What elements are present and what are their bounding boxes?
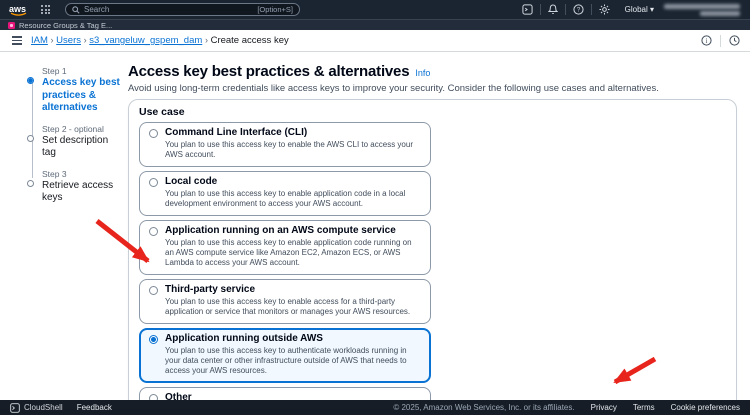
breadcrumb-separator: ›	[204, 35, 208, 45]
info-icon[interactable]: i	[701, 35, 712, 46]
svg-text:i: i	[706, 38, 708, 45]
notifications-bell-icon[interactable]	[541, 4, 565, 15]
cloudshell-footer-button[interactable]: CloudShell	[10, 402, 63, 413]
privacy-link[interactable]: Privacy	[591, 403, 617, 412]
feedback-button[interactable]: Feedback	[77, 403, 112, 412]
page-title: Access key best practices & alternatives	[128, 63, 410, 80]
help-icon[interactable]: ?	[566, 4, 591, 15]
step-1-access-key-best-practices[interactable]: Step 1 Access key best practices & alter…	[27, 66, 120, 115]
breadcrumb-bar: IAM › Users › s3_vangeluw_gspem_dam › Cr…	[0, 30, 750, 52]
option-local-code[interactable]: Local code You plan to use this access k…	[139, 170, 431, 216]
breadcrumb-iam[interactable]: IAM	[31, 35, 48, 46]
step-radio-icon	[27, 134, 34, 142]
breadcrumb-separator: ›	[83, 35, 87, 45]
region-selector[interactable]: Global ▾	[617, 5, 662, 14]
content-area: Step 1 Access key best practices & alter…	[0, 52, 750, 415]
settings-gear-icon[interactable]	[592, 4, 617, 15]
page-subtitle: Avoid using long-term credentials like a…	[128, 83, 659, 94]
resource-groups-service-icon	[8, 21, 15, 29]
account-menu-redacted[interactable]	[662, 3, 740, 16]
side-menu-icon[interactable]	[10, 34, 24, 46]
use-case-options: Command Line Interface (CLI) You plan to…	[139, 122, 431, 415]
breadcrumb: IAM › Users › s3_vangeluw_gspem_dam › Cr…	[31, 35, 289, 46]
search-input[interactable]	[84, 5, 254, 14]
page-tools: i	[701, 34, 740, 47]
step-radio-icon	[27, 179, 34, 187]
breadcrumb-separator: ›	[50, 35, 54, 45]
wizard-steps: Step 1 Access key best practices & alter…	[0, 52, 120, 400]
radio-icon	[149, 226, 158, 236]
radio-icon	[149, 177, 158, 187]
cloudshell-icon	[10, 402, 20, 413]
breadcrumb-user-name[interactable]: s3_vangeluw_gspem_dam	[89, 35, 202, 46]
footer-legal: © 2025, Amazon Web Services, Inc. or its…	[393, 403, 740, 412]
option-application-outside-aws[interactable]: Application running outside AWS You plan…	[139, 327, 431, 383]
search-icon	[72, 5, 80, 14]
breadcrumb-current: Create access key	[210, 35, 289, 46]
svg-text:aws: aws	[9, 4, 26, 14]
console-footer: CloudShell Feedback © 2025, Amazon Web S…	[0, 400, 750, 415]
global-search[interactable]: [Option+S]	[65, 3, 300, 16]
use-case-label: Use case	[139, 106, 185, 118]
favorites-item[interactable]: Resource Groups & Tag E...	[19, 21, 112, 30]
radio-icon	[149, 129, 158, 138]
top-navigation-bar: aws [Option+S] ? Glob	[0, 0, 750, 19]
cloudshell-icon[interactable]	[515, 4, 540, 15]
topbar-utilities: ? Global ▾	[515, 3, 742, 16]
info-link[interactable]: Info	[415, 68, 430, 78]
aws-logo[interactable]: aws	[8, 3, 30, 16]
radio-icon	[149, 285, 158, 295]
svg-text:?: ?	[576, 7, 580, 14]
step-3-retrieve-access-keys[interactable]: Step 3 Retrieve access keys	[27, 169, 120, 205]
option-cli[interactable]: Command Line Interface (CLI) You plan to…	[139, 122, 431, 167]
favorites-bar: Resource Groups & Tag E...	[0, 19, 750, 30]
divider	[720, 34, 721, 47]
copyright-text: © 2025, Amazon Web Services, Inc. or its…	[393, 403, 575, 412]
step-radio-icon	[27, 77, 34, 84]
use-case-card: Use case Command Line Interface (CLI) Yo…	[128, 99, 737, 415]
cookie-preferences-link[interactable]: Cookie preferences	[671, 403, 740, 412]
aws-console-page: aws [Option+S] ? Glob	[0, 0, 750, 415]
services-menu-icon[interactable]	[41, 5, 50, 14]
option-aws-compute-service[interactable]: Application running on an AWS compute se…	[139, 219, 431, 275]
help-panel-icon[interactable]	[729, 35, 740, 46]
breadcrumb-users[interactable]: Users	[56, 35, 81, 46]
step-2-set-description-tag[interactable]: Step 2 - optional Set description tag	[27, 124, 120, 160]
main-panel: Access key best practices & alternatives…	[120, 52, 750, 415]
option-third-party-service[interactable]: Third-party service You plan to use this…	[139, 278, 431, 324]
search-shortcut-hint: [Option+S]	[257, 5, 293, 14]
radio-icon-selected	[149, 334, 158, 344]
terms-link[interactable]: Terms	[633, 403, 655, 412]
